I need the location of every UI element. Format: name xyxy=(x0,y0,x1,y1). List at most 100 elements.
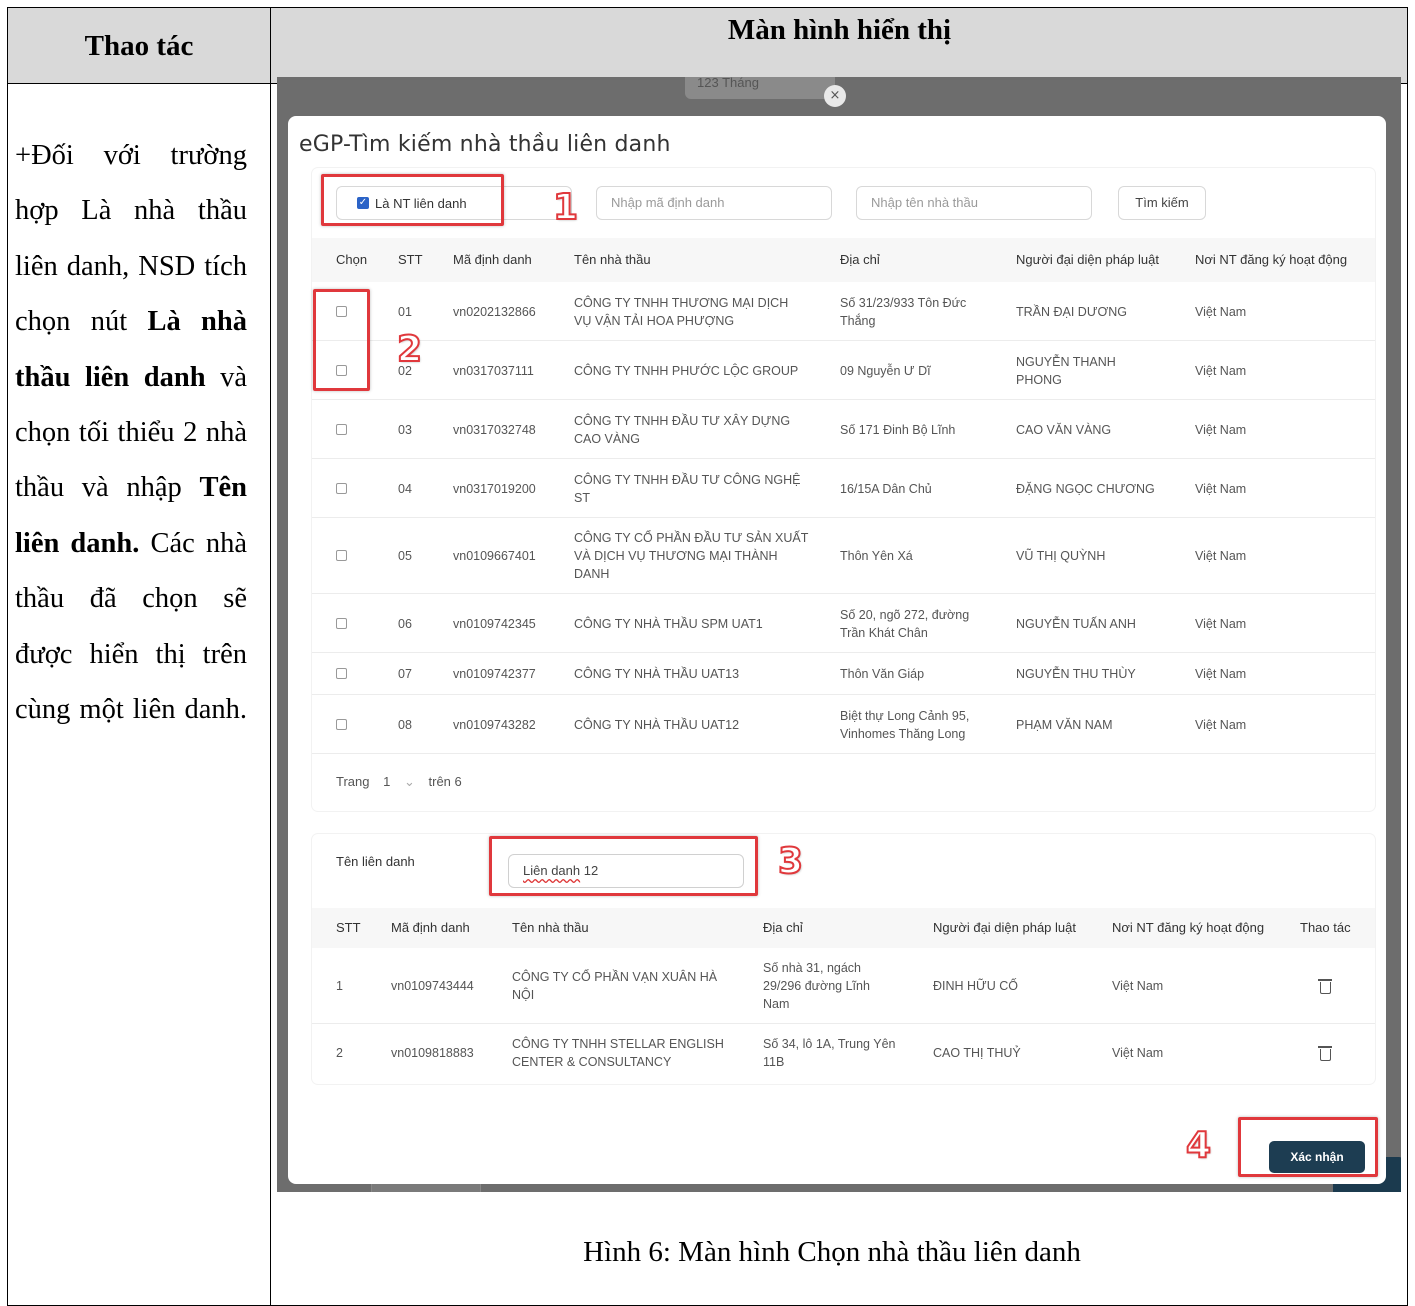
row-address-line: Thôn Yên Xá xyxy=(840,549,913,563)
row-checkbox[interactable] xyxy=(336,482,347,494)
screenshot: 123 Tháng × eGP-Tìm kiếm nhà thầu liên d… xyxy=(277,77,1401,1192)
row-checkbox[interactable] xyxy=(336,423,347,435)
name-search-input[interactable]: Nhập tên nhà thầu xyxy=(856,186,1092,220)
row-checkbox[interactable] xyxy=(336,718,347,730)
row-place-line: Việt Nam xyxy=(1195,304,1247,319)
row-place: Việt Nam xyxy=(1195,547,1246,565)
selected-representative-line: ĐINH HỮU CỐ xyxy=(933,979,1018,993)
row-code: vn0317032748 xyxy=(453,421,536,439)
row-name: CÔNG TY TNHH ĐẦU TƯ XÂY DỰNG CAO VÀNG xyxy=(574,412,790,448)
annotation-number-3: 3 xyxy=(777,840,804,883)
pager-label: Trang xyxy=(336,774,370,789)
row-name-line: DANH xyxy=(574,567,610,581)
row-place-line: Việt Nam xyxy=(1195,717,1247,732)
selected-code-line: vn0109743444 xyxy=(391,979,474,993)
row-stt-line: 01 xyxy=(398,304,412,319)
pager-page-select[interactable]: 1 xyxy=(383,774,390,789)
row-address: Số 171 Đinh Bộ Lĩnh xyxy=(840,421,955,439)
joint-venture-panel: Tên liên danh Liên danh 12 STT Mã định d… xyxy=(312,834,1375,1084)
row-representative: CAO VĂN VÀNG xyxy=(1016,421,1111,439)
row-code: vn0109667401 xyxy=(453,547,536,565)
row-code: vn0317037111 xyxy=(453,362,534,380)
row-representative: VŨ THỊ QUỲNH xyxy=(1016,547,1105,565)
search-button[interactable]: Tìm kiếm xyxy=(1118,186,1206,220)
row-checkbox[interactable] xyxy=(336,550,347,561)
row-stt-line: 07 xyxy=(398,667,412,681)
selected-name-line: CÔNG TY TNHH STELLAR ENGLISH xyxy=(512,1037,724,1051)
row-place: Việt Nam xyxy=(1195,480,1246,498)
row-address-line: 09 Nguyễn Ư Dĩ xyxy=(840,363,931,378)
row-stt: 01 xyxy=(398,303,412,321)
close-icon[interactable]: × xyxy=(824,85,846,107)
selected-stt-line: 1 xyxy=(336,979,343,993)
selected-name-line: NỘI xyxy=(512,988,535,1002)
row-code-line: vn0317032748 xyxy=(453,422,536,437)
joint-name-label: Tên liên danh xyxy=(336,854,415,869)
col-chon: Chọn xyxy=(336,252,368,267)
selected-address: Số nhà 31, ngách 29/296 đường Lĩnh Nam xyxy=(763,959,870,1013)
row-representative-line: PHONG xyxy=(1016,372,1062,387)
row-checkbox[interactable] xyxy=(336,668,347,679)
contractor-search-panel: ✓ Là NT liên danh Nhập mã định danh Nhập… xyxy=(312,168,1375,811)
selected-address-line: 29/296 đường Lĩnh xyxy=(763,979,870,993)
col2-nguoi-dai-dien: Người đại diện pháp luật xyxy=(933,920,1076,935)
col2-noi-dang-ky: Nơi NT đăng ký hoạt động xyxy=(1112,920,1265,935)
row-code-line: vn0109742377 xyxy=(453,667,536,681)
row-stt: 04 xyxy=(398,480,412,498)
trash-icon[interactable] xyxy=(1318,979,1332,994)
row-name: CÔNG TY NHÀ THẦU SPM UAT1 xyxy=(574,615,763,633)
instruction-text: +Đối với trường hợp Là nhà thầu liên dan… xyxy=(15,128,247,737)
row-address: Số 20, ngõ 272, đường Trần Khát Chân xyxy=(840,606,969,642)
row-name-line: CÔNG TY TNHH ĐẦU TƯ XÂY DỰNG xyxy=(574,413,791,428)
contractor-row: 02 vn0317037111 CÔNG TY TNHH PHƯỚC LỘC GRO… xyxy=(312,341,1375,400)
row-name: CÔNG TY TNHH PHƯỚC LỘC GROUP xyxy=(574,362,798,380)
row-code-line: vn0317019200 xyxy=(453,481,536,496)
col-stt: STT xyxy=(398,252,423,267)
row-name-line: VÀ DỊCH VỤ THƯƠNG MẠI THÀNH xyxy=(574,549,778,563)
row-place: Việt Nam xyxy=(1195,615,1246,633)
col2-thao-tac: Thao tác xyxy=(1300,920,1351,935)
selected-address-line: 11B xyxy=(763,1055,785,1069)
row-address: 16/15A Dân Chủ xyxy=(840,480,932,498)
row-code-line: vn0109742345 xyxy=(453,616,536,631)
row-name-line: ST xyxy=(574,490,590,505)
trash-icon[interactable] xyxy=(1318,1046,1332,1061)
selected-representative: CAO THỊ THUỶ xyxy=(933,1044,1021,1062)
col-nguoi-dai-dien: Người đại diện pháp luật xyxy=(1016,252,1159,267)
col2-dia-chi: Địa chỉ xyxy=(763,920,803,935)
selected-address-line: Số 34, lô 1A, Trung Yên xyxy=(763,1037,896,1051)
row-stt-line: 04 xyxy=(398,481,412,496)
row-place-line: Việt Nam xyxy=(1195,616,1247,631)
code-search-input[interactable]: Nhập mã định danh xyxy=(596,186,832,220)
row-code: vn0109742345 xyxy=(453,615,536,633)
row-stt-line: 08 xyxy=(398,717,412,732)
selected-name-line: CÔNG TY CỔ PHẦN VẠN XUÂN HÀ xyxy=(512,970,718,984)
pagination: Trang 1 ⌄ trên 6 xyxy=(336,774,472,790)
chevron-down-icon[interactable]: ⌄ xyxy=(404,774,415,789)
row-name: CÔNG TY TNHH THƯƠNG MẠI DỊCH VỤ VẬN TẢI H… xyxy=(574,294,788,330)
row-name-line: CÔNG TY CỔ PHẦN ĐẦU TƯ SẢN XUẤT xyxy=(574,531,809,545)
row-place: Việt Nam xyxy=(1195,362,1246,380)
row-address: Số 31/23/933 Tôn Đức Thắng xyxy=(840,294,966,330)
row-representative: NGUYỄN THU THÙY xyxy=(1016,665,1136,683)
row-representative-line: TRẦN ĐẠI DƯƠNG xyxy=(1016,304,1127,319)
row-representative-line: PHẠM VĂN NAM xyxy=(1016,717,1113,732)
col-ten-nha-thau: Tên nhà thầu xyxy=(574,252,651,267)
annotation-box-2 xyxy=(313,289,370,391)
annotation-box-1 xyxy=(321,174,504,226)
contractor-row: 05 vn0109667401 CÔNG TY CỔ PHẦN ĐẦU TƯ SẢN… xyxy=(312,518,1375,594)
contractor-row: 01 vn0202132866 CÔNG TY TNHH THƯƠNG MẠI DỊ… xyxy=(312,282,1375,341)
search-joint-contractor-modal: eGP-Tìm kiếm nhà thầu liên danh ✓ Là NT … xyxy=(288,116,1386,1184)
row-name-line: CÔNG TY NHÀ THẦU UAT13 xyxy=(574,667,740,681)
row-representative: ĐẶNG NGỌC CHƯƠNG xyxy=(1016,480,1155,498)
selected-place-line: Việt Nam xyxy=(1112,979,1164,993)
annotation-box-3 xyxy=(489,836,758,896)
row-address-line: Số 20, ngõ 272, đường xyxy=(840,607,970,622)
row-place: Việt Nam xyxy=(1195,421,1246,439)
row-stt: 05 xyxy=(398,547,412,565)
row-address-line: Số 171 Đinh Bộ Lĩnh xyxy=(840,422,956,437)
row-code-line: vn0109667401 xyxy=(453,549,536,563)
row-checkbox[interactable] xyxy=(336,617,347,629)
row-name-line: CÔNG TY NHÀ THẦU UAT12 xyxy=(574,717,740,732)
selected-address-line: Nam xyxy=(763,997,790,1011)
